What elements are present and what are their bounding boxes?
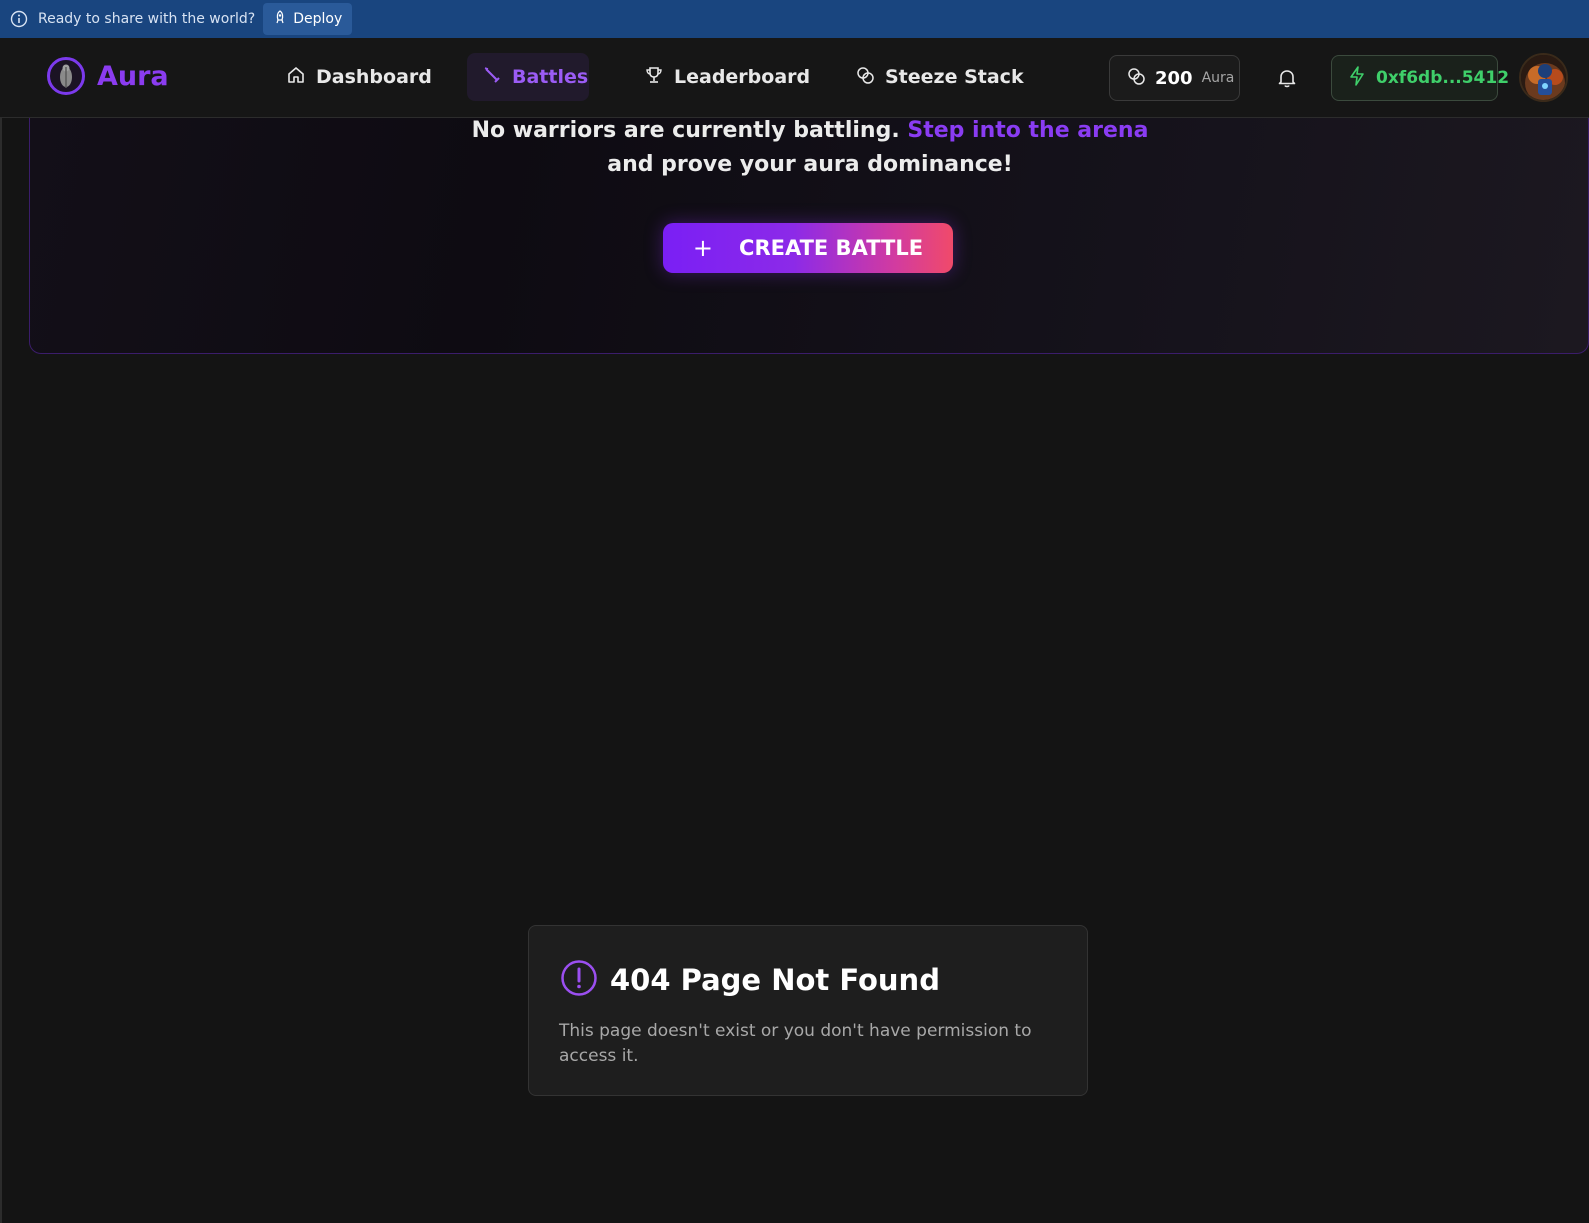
lightning-icon [1348,65,1366,91]
nav-battles-label: Battles [512,66,589,88]
empty-battles-text: No warriors are currently battling. [471,118,900,143]
avatar[interactable] [1519,53,1568,102]
nav-dashboard[interactable]: Dashboard [271,53,447,101]
empty-battles-panel: No warriors are currently battling. Step… [29,118,1589,354]
rocket-icon [273,10,287,28]
top-navbar: Aura Dashboard Battles Leaderboard Steez… [0,38,1589,118]
brand[interactable]: Aura [47,57,169,95]
step-into-arena-link[interactable]: Step into the arena [907,118,1148,143]
nav-steeze-stack[interactable]: Steeze Stack [840,53,1039,101]
not-found-card: 404 Page Not Found This page doesn't exi… [528,925,1088,1096]
not-found-header: 404 Page Not Found [560,959,940,1001]
nav-leaderboard[interactable]: Leaderboard [629,53,825,101]
home-icon [286,65,306,90]
aura-logo-icon [47,57,85,95]
sword-icon [482,65,502,90]
not-found-title: 404 Page Not Found [610,963,940,997]
info-icon [10,10,28,28]
alert-circle-icon [560,959,598,1001]
nav-leaderboard-label: Leaderboard [674,66,811,88]
coins-icon [855,65,875,90]
empty-battles-subtext: and prove your aura dominance! [607,152,1013,177]
aura-balance[interactable]: 200 Aura [1109,55,1240,101]
wallet-address: 0xf6db...5412 [1376,68,1510,88]
window-edge [0,0,2,1223]
nav-battles[interactable]: Battles [467,53,589,101]
not-found-message: This page doesn't exist or you don't hav… [559,1021,1032,1066]
plus-icon: + [692,234,714,262]
deploy-banner: Ready to share with the world? Deploy [0,0,1589,38]
aura-balance-amount: 200 [1155,67,1193,89]
brand-name: Aura [97,60,169,92]
deploy-button[interactable]: Deploy [263,3,353,35]
aura-balance-unit: Aura [1201,70,1235,86]
banner-text: Ready to share with the world? [38,11,256,27]
wallet-button[interactable]: 0xf6db...5412 [1331,55,1509,101]
trophy-icon [644,65,664,90]
empty-battles-message: No warriors are currently battling. Step… [30,118,1589,152]
deploy-label: Deploy [293,11,343,27]
nav-dashboard-label: Dashboard [316,66,432,88]
create-battle-label: CREATE BATTLE [739,236,924,260]
create-battle-button[interactable]: + CREATE BATTLE [663,223,953,273]
nav-steeze-stack-label: Steeze Stack [885,66,1024,88]
coins-icon [1126,66,1146,90]
bell-icon[interactable] [1276,67,1298,89]
